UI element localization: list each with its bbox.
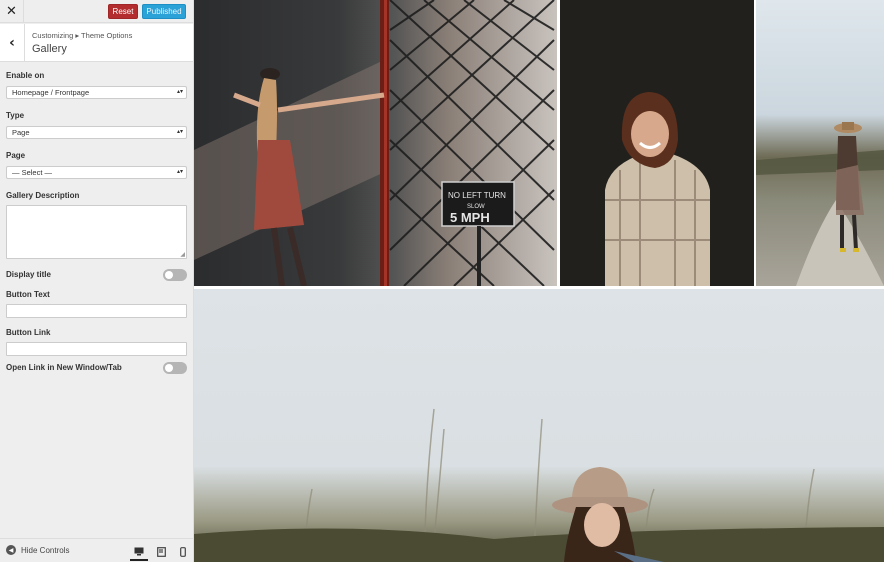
gallery-photo-woman-in-field[interactable] [194, 289, 884, 562]
button-link-input[interactable] [6, 342, 187, 356]
enable-on-select[interactable]: Homepage / Frontpage ▴▾ [6, 86, 187, 99]
tablet-icon[interactable] [152, 543, 170, 561]
desktop-icon[interactable] [130, 543, 148, 561]
gallery-description-textarea[interactable]: ◢ [6, 205, 187, 259]
customizer-topbar: ✕ Reset Published [0, 0, 193, 23]
button-text-input[interactable] [6, 304, 187, 318]
gallery-photo-woman-at-fence[interactable]: NO LEFT TURN SLOW 5 MPH [194, 0, 557, 286]
display-title-label: Display title [6, 270, 51, 279]
select-arrows-icon: ▴▾ [176, 89, 183, 95]
toggle-knob [165, 364, 173, 372]
toggle-knob [165, 271, 173, 279]
page-value: — Select — [12, 168, 53, 177]
section-header: ‹ Customizing ▸ Theme Options Gallery [0, 24, 193, 62]
back-arrow-icon[interactable]: ‹ [0, 24, 25, 62]
collapse-icon: ◀ [6, 545, 16, 555]
open-new-tab-row: Open Link in New Window/Tab [6, 361, 187, 375]
reset-button[interactable]: Reset [108, 4, 138, 19]
page-title: Gallery [32, 43, 67, 55]
display-title-row: Display title [6, 268, 187, 282]
display-title-toggle[interactable] [163, 269, 187, 281]
open-new-tab-label: Open Link in New Window/Tab [6, 363, 122, 372]
gallery-photo-woman-laughing[interactable] [560, 0, 754, 286]
hide-controls-button[interactable]: ◀ Hide Controls [6, 545, 69, 555]
type-value: Page [12, 128, 30, 137]
resize-grip-icon[interactable]: ◢ [180, 251, 185, 258]
breadcrumb: Customizing ▸ Theme Options [32, 31, 133, 40]
type-select[interactable]: Page ▴▾ [6, 126, 187, 139]
enable-on-label: Enable on [6, 71, 45, 80]
site-preview: NO LEFT TURN SLOW 5 MPH [194, 0, 884, 562]
open-new-tab-toggle[interactable] [163, 362, 187, 374]
select-arrows-icon: ▴▾ [176, 129, 183, 135]
sign-line-3: 5 MPH [450, 210, 490, 225]
button-text-label: Button Text [6, 290, 50, 299]
sign-line-1: NO LEFT TURN [448, 191, 506, 200]
page-label: Page [6, 151, 26, 160]
close-icon[interactable]: ✕ [0, 0, 24, 22]
mobile-icon[interactable] [174, 543, 192, 561]
select-arrows-icon: ▴▾ [176, 169, 183, 175]
enable-on-value: Homepage / Frontpage [12, 88, 90, 97]
hide-controls-label: Hide Controls [21, 545, 70, 555]
type-label: Type [6, 111, 25, 120]
page-select[interactable]: — Select — ▴▾ [6, 166, 187, 179]
button-link-label: Button Link [6, 328, 51, 337]
customizer-sidebar: ✕ Reset Published ‹ Customizing ▸ Theme … [0, 0, 194, 562]
gallery-photo-woman-on-road[interactable] [756, 0, 884, 286]
publish-button[interactable]: Published [142, 4, 186, 19]
customizer-footer: ◀ Hide Controls [0, 538, 193, 562]
gallery-description-label: Gallery Description [6, 191, 80, 200]
controls-panel: Enable on Homepage / Frontpage ▴▾ Type P… [6, 70, 187, 375]
